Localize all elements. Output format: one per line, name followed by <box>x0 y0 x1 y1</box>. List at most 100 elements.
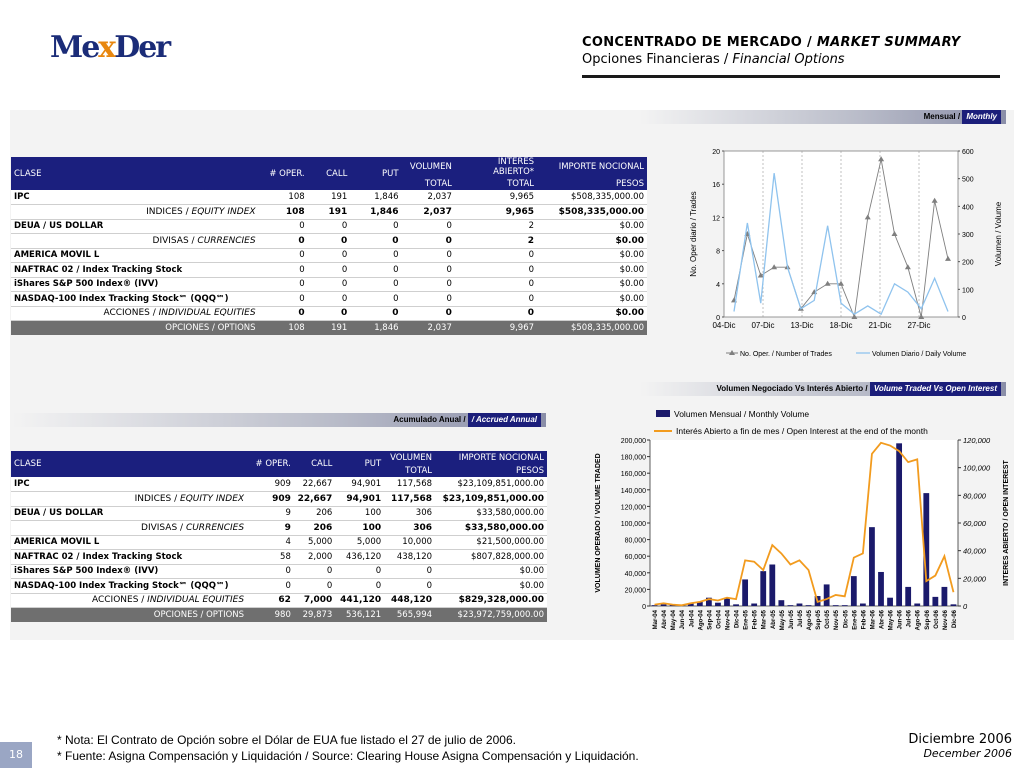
table-cell: $807,828,000.00 <box>435 549 547 565</box>
y-tick-label: 20 <box>712 149 720 156</box>
table-row: OPCIONES / OPTIONS 108 191 1,846 2,037 9,967 $… <box>11 320 647 335</box>
table-cell: 9,965 <box>454 204 538 220</box>
table-cell: 100 <box>335 506 385 521</box>
table-cell: 436,120 <box>335 549 385 565</box>
x-tick-label: May-04 <box>671 609 677 630</box>
table-cell: 565,994 <box>384 607 436 622</box>
table-row: NASDAQ-100 Index Tracking Stock℠ (QQQ℠) 0… <box>11 291 647 307</box>
annual-bar: Acumulado Anual / / Accrued Annual <box>12 413 546 427</box>
table-cell: $0.00 <box>537 291 647 307</box>
table-cell: $0.00 <box>435 578 547 594</box>
monthly-bar: Mensual / Monthly <box>640 110 1006 124</box>
table-cell: 0 <box>401 306 455 321</box>
table-row: DEUA / US DOLLAR 9 206 100 306 $33,580,000.00 <box>11 506 547 521</box>
x-tick-label: Ago-05 <box>807 609 813 630</box>
x-tick-label: Jul-05 <box>798 609 804 627</box>
row-label: DEUA / US DOLLAR <box>11 506 248 521</box>
table-cell: 0 <box>258 306 308 321</box>
y2-tick-label: 500 <box>962 177 974 184</box>
table-cell: 191 <box>307 320 351 335</box>
bar <box>841 605 848 606</box>
table-cell: 108 <box>258 190 308 205</box>
table-cell: 7,000 <box>293 593 336 608</box>
bar <box>869 527 875 606</box>
table-cell: 0 <box>307 248 351 263</box>
table-row: IPC 108 191 1,846 2,037 9,965 $508,335,000.00 <box>11 190 647 205</box>
x-tick-label: Oct-04 <box>716 609 722 628</box>
table-cell: 0 <box>401 219 455 234</box>
bar <box>660 604 667 606</box>
x-tick-label: Abr-06 <box>880 609 886 629</box>
table-cell: 0 <box>258 291 308 307</box>
y2-tick-label: 80,000 <box>963 491 987 500</box>
table-cell: 0 <box>258 262 308 278</box>
bar <box>778 600 785 606</box>
legend-label: Volumen Mensual / Monthly Volume <box>674 409 809 419</box>
x-tick-label: 21-Dic <box>868 321 891 330</box>
x-tick-label: Abr-05 <box>771 609 777 629</box>
table-cell: 1,846 <box>350 320 402 335</box>
x-tick-label: Ene-05 <box>744 609 750 629</box>
bar <box>859 603 866 606</box>
x-tick-label: Feb-06 <box>861 609 867 629</box>
row-label: iShares S&P 500 Index® (IVV) <box>11 564 248 579</box>
table-cell: 0 <box>293 564 336 579</box>
column-subheader: PESOS <box>435 464 547 477</box>
y-tick-label: 120,000 <box>621 504 646 511</box>
volume-oi-chart: 200,000 180,000 160,000 140,000 120,000 100,0… <box>595 409 1010 630</box>
table-cell: 0 <box>307 291 351 307</box>
bar <box>751 603 758 606</box>
row-label: AMERICA MOVIL L <box>11 248 259 263</box>
bar <box>905 586 912 606</box>
column-subheader: TOTAL <box>401 177 455 190</box>
bar <box>850 576 857 606</box>
table-row: DIVISAS / CURRENCIES 0 0 0 0 2 $0.00 <box>11 233 647 249</box>
table-cell: 0 <box>335 578 385 594</box>
x-tick-label: 04-Dic <box>712 321 735 330</box>
page-number: 18 <box>0 742 32 768</box>
subtotal-label: DIVISAS / CURRENCIES <box>11 520 248 536</box>
footnote: * Nota: El Contrato de Opción sobre el D… <box>57 733 516 747</box>
x-tick-label: Ene-06 <box>852 609 858 629</box>
table-cell: $0.00 <box>537 306 647 321</box>
table-cell: 0 <box>293 578 336 594</box>
table-cell: 0 <box>350 277 402 292</box>
table-cell: 5,000 <box>335 535 385 550</box>
table-cell: 9,965 <box>454 190 538 205</box>
table-cell: 10,000 <box>384 535 436 550</box>
bar <box>832 605 839 606</box>
table-cell: $23,109,851,000.00 <box>435 477 547 492</box>
annual-table: CLASE # OPER. CALL PUT VOLUMEN IMPORTE NOCION… <box>11 451 547 622</box>
table-cell: 0 <box>307 262 351 278</box>
y-axis-label: VOLUMEN OPERADO / VOLUME TRADED <box>595 453 602 592</box>
table-cell: 0 <box>258 233 308 249</box>
table-cell: $0.00 <box>537 248 647 263</box>
x-tick-label: Sep-05 <box>816 609 822 629</box>
table-cell: 0 <box>350 233 402 249</box>
x-tick-label: Mar-05 <box>762 609 768 629</box>
column-header: INTERES ABIERTO* <box>454 157 538 177</box>
table-cell: 0 <box>401 233 455 249</box>
table-cell: 0 <box>401 262 455 278</box>
table-cell: 448,120 <box>384 593 436 608</box>
column-header: VOLUMEN <box>401 157 455 177</box>
table-row: AMERICA MOVIL L 0 0 0 0 0 $0.00 <box>11 248 647 263</box>
table-row: AMERICA MOVIL L 4 5,000 5,000 10,000 $21,500,… <box>11 535 547 550</box>
x-tick-label: 27-Dic <box>907 321 930 330</box>
table-cell: 29,873 <box>293 607 336 622</box>
column-header: IMPORTE NOCIONAL <box>537 157 647 177</box>
y2-tick-label: 300 <box>962 232 974 239</box>
legend-label: Interés Abierto a fin de mes / Open Inte… <box>676 426 928 436</box>
table-cell: 0 <box>454 262 538 278</box>
table-row: NASDAQ-100 Index Tracking Stock℠ (QQQ℠) 0… <box>11 578 547 594</box>
y2-tick-label: 100 <box>962 287 974 294</box>
table-cell: $0.00 <box>435 564 547 579</box>
mexder-logo: MexDer <box>50 30 171 65</box>
bar <box>787 605 794 606</box>
column-subheader: TOTAL <box>454 177 538 190</box>
table-cell: 980 <box>247 607 294 622</box>
bar <box>950 604 957 606</box>
column-header: CLASE <box>11 157 259 190</box>
table-cell: 2,037 <box>401 320 455 335</box>
table-cell: 0 <box>307 277 351 292</box>
